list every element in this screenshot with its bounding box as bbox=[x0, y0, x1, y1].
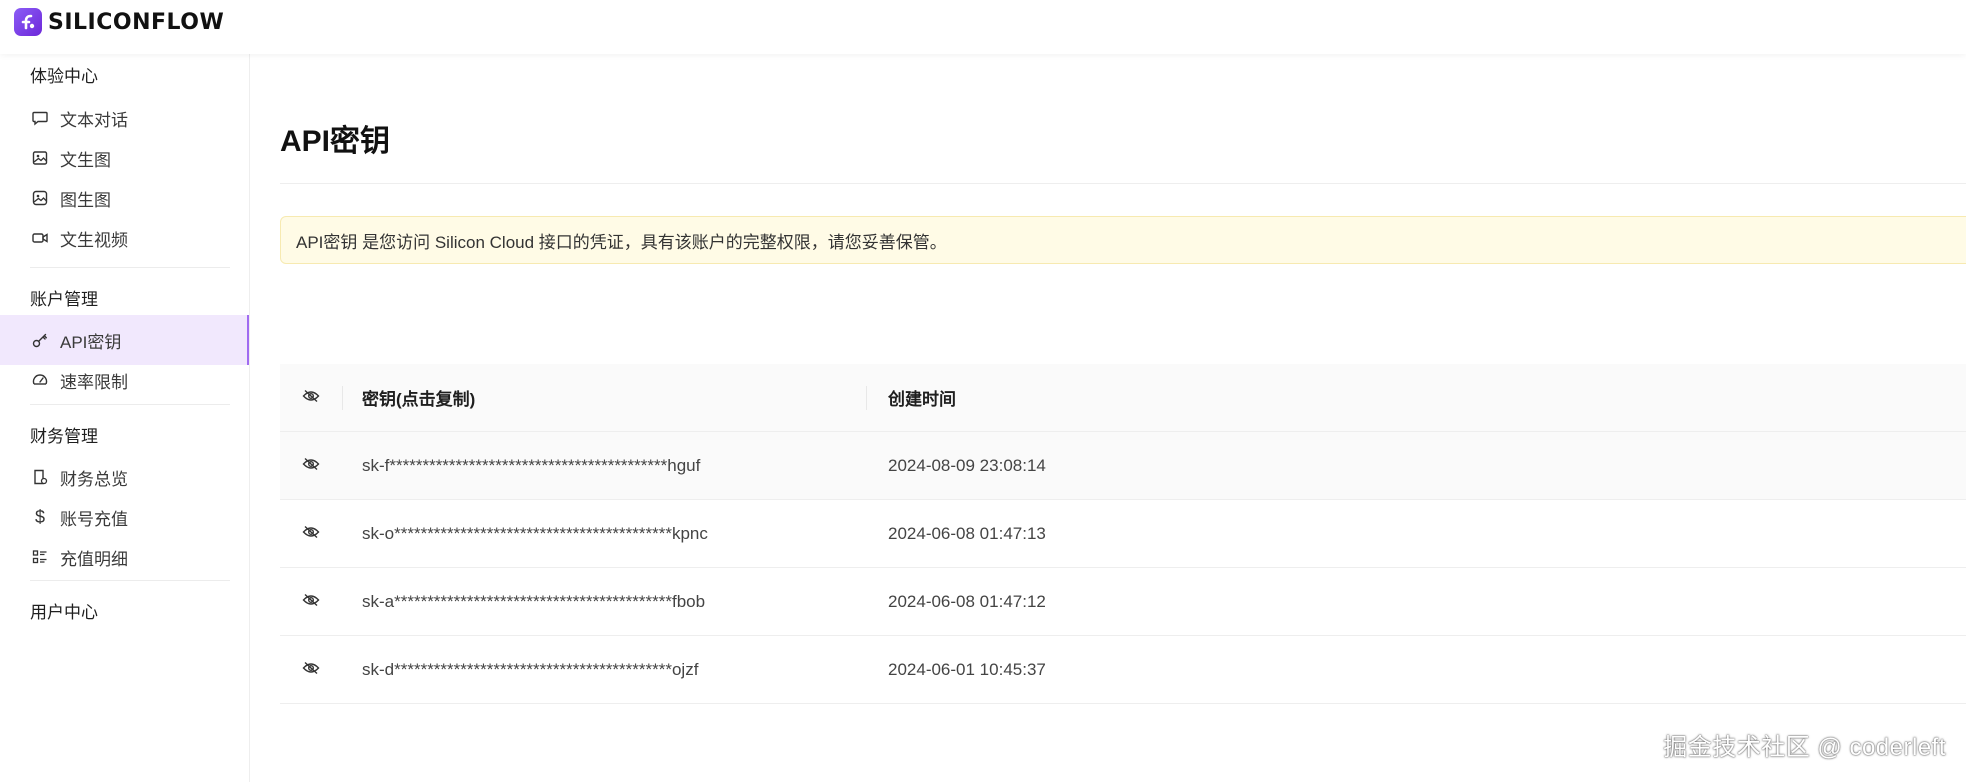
sidebar-item-label: API密钥 bbox=[60, 332, 122, 352]
eye-slash-icon bbox=[302, 456, 320, 476]
sidebar-item-label: 财务总览 bbox=[60, 469, 128, 489]
sidebar-item-text-to-video[interactable]: 文生视频 bbox=[0, 213, 249, 263]
bill-icon bbox=[30, 467, 50, 487]
sidebar-group-title-experience: 体验中心 bbox=[30, 67, 98, 86]
table-header: 密钥(点击复制) 创建时间 bbox=[280, 364, 1966, 432]
toggle-all-visibility-button[interactable] bbox=[298, 364, 324, 431]
sidebar-group-title-finance: 财务管理 bbox=[30, 427, 98, 446]
sidebar-item-label: 账号充值 bbox=[60, 509, 128, 529]
eye-slash-icon bbox=[302, 388, 320, 408]
top-bar: SILICONFLOW bbox=[0, 0, 1966, 54]
sidebar-divider bbox=[30, 580, 230, 581]
column-separator bbox=[866, 386, 867, 410]
toggle-visibility-button[interactable] bbox=[298, 568, 324, 635]
sidebar-item-label: 文生图 bbox=[60, 150, 111, 170]
page-title: API密钥 bbox=[280, 125, 391, 158]
sidebar-item-label: 充值明细 bbox=[60, 549, 128, 569]
toggle-visibility-button[interactable] bbox=[298, 636, 324, 703]
notice-text: API密钥 是您访问 Silicon Cloud 接口的凭证，具有该账户的完整权… bbox=[296, 232, 947, 252]
sidebar: 体验中心 文本对话 文生图 图生图 文生视频 账户管理 API密钥 速率限制 财… bbox=[0, 54, 250, 782]
created-time: 2024-06-01 10:45:37 bbox=[888, 659, 1046, 679]
api-key-value[interactable]: sk-f************************************… bbox=[362, 432, 700, 499]
table-row: sk-d************************************… bbox=[280, 636, 1966, 704]
image-icon bbox=[30, 148, 50, 168]
key-icon bbox=[30, 330, 50, 350]
sidebar-divider bbox=[30, 404, 230, 405]
speedometer-icon bbox=[30, 370, 50, 390]
api-key-value[interactable]: sk-d************************************… bbox=[362, 636, 698, 703]
eye-slash-icon bbox=[302, 524, 320, 544]
sidebar-item-label: 速率限制 bbox=[60, 372, 128, 392]
dollar-icon: $ bbox=[34, 506, 45, 527]
sidebar-item-label: 文本对话 bbox=[60, 110, 128, 130]
info-notice: API密钥 是您访问 Silicon Cloud 接口的凭证，具有该账户的完整权… bbox=[280, 216, 1966, 264]
brand-name: SILICONFLOW bbox=[48, 9, 225, 35]
sidebar-item-recharge-details[interactable]: 充值明细 bbox=[0, 532, 249, 582]
table-row: sk-o************************************… bbox=[280, 500, 1966, 568]
eye-slash-icon bbox=[302, 660, 320, 680]
sidebar-group-title-account: 账户管理 bbox=[30, 290, 98, 309]
chat-bubble-icon bbox=[30, 108, 50, 128]
logo-mark-icon bbox=[14, 8, 42, 36]
api-keys-table: 密钥(点击复制) 创建时间 sk-f**********************… bbox=[280, 364, 1966, 704]
sidebar-item-label: 图生图 bbox=[60, 190, 111, 210]
main-content: API密钥 API密钥 是您访问 Silicon Cloud 接口的凭证，具有该… bbox=[280, 54, 1966, 782]
list-detail-icon bbox=[30, 547, 50, 567]
table-row: sk-a************************************… bbox=[280, 568, 1966, 636]
column-separator bbox=[342, 386, 343, 410]
table-row: sk-f************************************… bbox=[280, 432, 1966, 500]
column-header-key: 密钥(点击复制) bbox=[362, 390, 476, 409]
created-time: 2024-06-08 01:47:13 bbox=[888, 523, 1046, 543]
toggle-visibility-button[interactable] bbox=[298, 500, 324, 567]
sidebar-item-label: 文生视频 bbox=[60, 230, 128, 250]
sidebar-item-rate-limit[interactable]: 速率限制 bbox=[0, 355, 249, 405]
api-key-value[interactable]: sk-a************************************… bbox=[362, 568, 705, 635]
image-to-image-icon bbox=[30, 188, 50, 208]
api-key-value[interactable]: sk-o************************************… bbox=[362, 500, 708, 567]
created-time: 2024-06-08 01:47:12 bbox=[888, 591, 1046, 611]
watermark-text: 掘金技术社区 @ coderleft bbox=[1663, 734, 1946, 761]
sidebar-divider bbox=[30, 267, 230, 268]
toggle-visibility-button[interactable] bbox=[298, 432, 324, 499]
video-camera-icon bbox=[30, 228, 50, 248]
siliconflow-logo[interactable]: SILICONFLOW bbox=[14, 8, 224, 36]
created-time: 2024-08-09 23:08:14 bbox=[888, 455, 1046, 475]
title-divider bbox=[280, 183, 1966, 184]
column-header-created: 创建时间 bbox=[888, 390, 956, 409]
sidebar-group-title-user-center: 用户中心 bbox=[30, 603, 98, 622]
eye-slash-icon bbox=[302, 592, 320, 612]
